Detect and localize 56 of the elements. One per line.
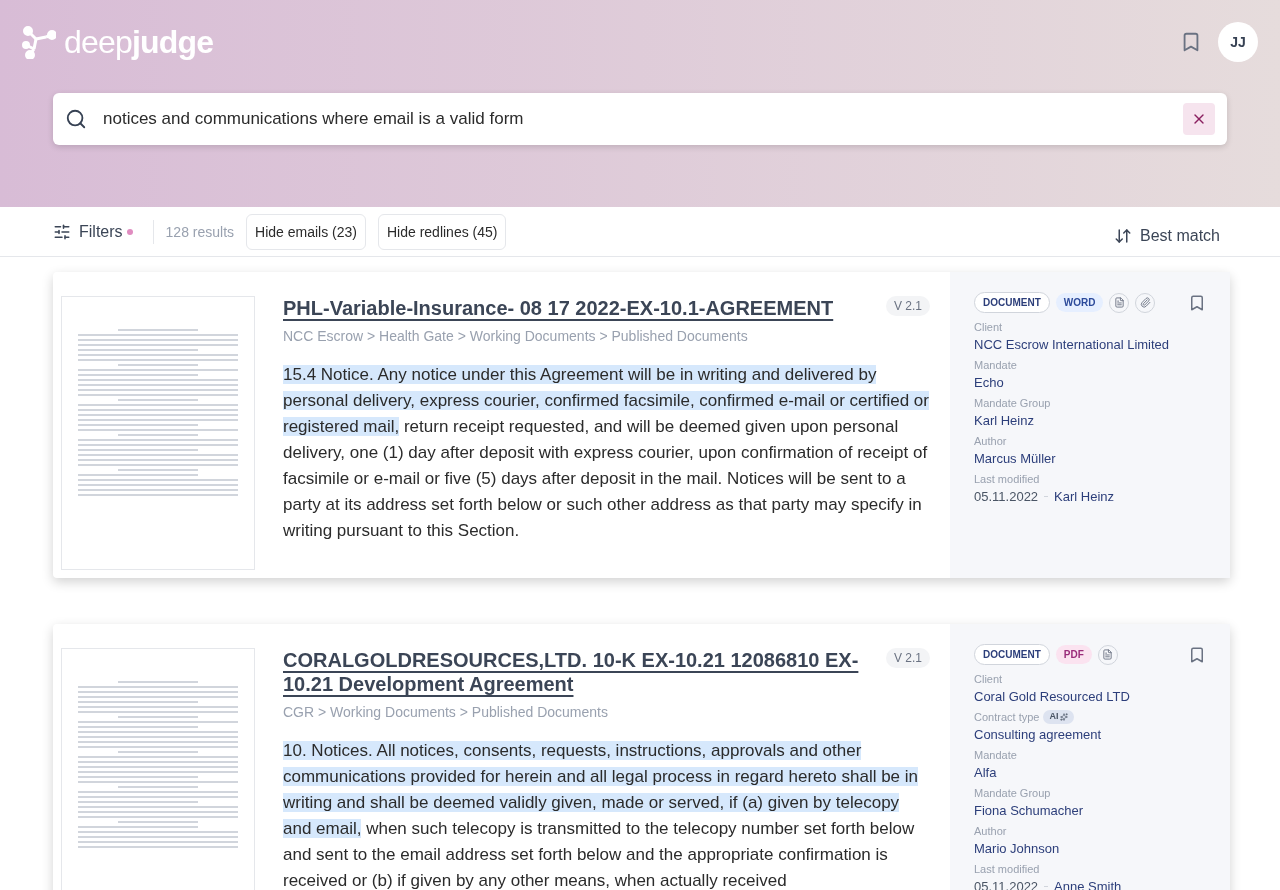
field-label: Mandate	[974, 358, 1017, 373]
type-tag: PDF	[1055, 645, 1092, 664]
bookmark-icon[interactable]	[1188, 645, 1206, 664]
search-input[interactable]: notices and communications where email is a valid form	[103, 106, 1167, 132]
document-icon	[1102, 649, 1114, 660]
bookmark-icon[interactable]	[1188, 293, 1206, 312]
filter-chip[interactable]: Hide emails (23)	[246, 213, 366, 250]
document-title-link[interactable]: CORALGOLDRESOURCES,LTD. 10-K EX-10.21 12086810 EX-10.21 Development Agreement	[283, 648, 870, 696]
field-value-link[interactable]: Fiona Schumacher	[974, 801, 1206, 820]
field-value-link[interactable]: Consulting agreement	[974, 725, 1206, 744]
clear-button[interactable]	[1183, 103, 1215, 135]
document-thumbnail[interactable]	[61, 296, 255, 570]
version-badge: V 2.1	[885, 648, 930, 668]
field-value-link[interactable]: NCC Escrow International Limited	[974, 335, 1206, 354]
document-title-link[interactable]: PHL-Variable-Insurance- 08 17 2022-EX-10.1-AGREEMENT	[283, 296, 834, 320]
user-avatar[interactable]: JJ	[1218, 22, 1258, 62]
breadcrumb: CGR > Working Documents > Published Documents	[283, 703, 609, 722]
sparkle-icon	[1060, 713, 1069, 721]
breadcrumb: NCC Escrow > Health Gate > Working Documents > Published Documents	[283, 327, 749, 346]
field-label: Mandate	[974, 748, 1017, 763]
field-label: Last modified	[974, 472, 1040, 487]
excerpt-text: 15.4 Notice. Any notice under this Agreement will be in writing and delivered by personal delivery, express courier, confirmed facsimile, confirmed e-mail or certified or registered mail, return receipt requested, and will be deemed given upon personal delivery, one (1) day after deposit with express courier, upon confirmation of receipt of facsimile or e-mail or five (5) days after deposit in the mail. Notices will be sent to a party at its address set forth below or such other address as that party may specify in writing pursuant to this Section.	[283, 364, 930, 542]
search-field[interactable]: notices and communications where email is a valid form	[53, 93, 1227, 145]
field-value-link[interactable]: Coral Gold Resourced LTD	[974, 687, 1206, 706]
field-value-link[interactable]: Mario Johnson	[974, 839, 1206, 858]
ai-badge: AI	[1043, 710, 1075, 724]
type-tag: DOCUMENT	[974, 292, 1050, 313]
field-value-link[interactable]: Echo	[974, 373, 1206, 392]
field-value-link[interactable]: Alfa	[974, 763, 1206, 782]
excerpt-text: 10. Notices. All notices, consents, requests, instructions, approvals and other communications provided for herein and all legal process in regard hereto shall be in writing and shall be deemed validly given, made or served, if (a) given by telecopy and email, when such telecopy is transmitted to the telecopy number set forth below and sent to the email address set forth below and the appropriate confirmation is received or (b) if given by any other means, when actually received	[283, 740, 920, 890]
sliders-icon	[53, 222, 71, 241]
field-value-link[interactable]: Marcus Müller	[974, 449, 1206, 468]
search-icon	[65, 108, 87, 130]
field-label: Author	[974, 434, 1007, 449]
field-value-link[interactable]: Karl Heinz	[974, 411, 1206, 430]
results-count: 128 results	[165, 222, 235, 242]
field-label: Contract type	[974, 710, 1040, 725]
sort-button[interactable]: Best match	[1113, 223, 1220, 248]
document-thumbnail[interactable]	[61, 648, 255, 890]
document-icon	[1113, 297, 1125, 308]
filter-chip[interactable]: Hide redlines (45)	[378, 213, 507, 250]
filters-button[interactable]: Filters	[53, 219, 123, 244]
logo-icon	[22, 25, 56, 59]
field-label: Author	[974, 824, 1007, 839]
date-text: 05.11.2022	[974, 488, 1039, 506]
field-label: Client	[974, 320, 1003, 335]
field-value-link[interactable]: Karl Heinz	[1054, 487, 1115, 506]
field-label: Mandate Group	[974, 786, 1051, 801]
field-label: Last modified	[974, 862, 1040, 877]
field-label: Client	[974, 672, 1003, 687]
type-tag: WORD	[1055, 293, 1104, 312]
field-label: Mandate Group	[974, 396, 1051, 411]
logo-wordmark: deepjudge	[64, 26, 214, 58]
sort-icon	[1113, 226, 1132, 245]
type-tag: DOCUMENT	[974, 644, 1050, 665]
version-badge: V 2.1	[885, 296, 930, 316]
